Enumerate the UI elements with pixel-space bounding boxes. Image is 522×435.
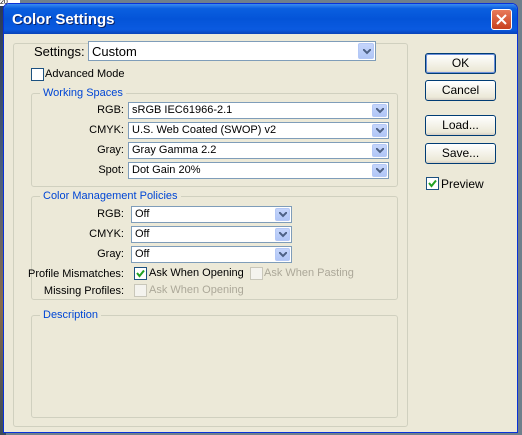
settings-dropdown-button[interactable]: [358, 43, 374, 59]
chevron-down-icon: [376, 108, 384, 114]
ws-cmyk-dropdown-button[interactable]: [372, 124, 387, 137]
chevron-down-icon: [279, 232, 287, 238]
ws-cmyk-value: U.S. Web Coated (SWOP) v2: [132, 124, 277, 136]
mismatch-ask-pasting-checkbox[interactable]: [250, 267, 263, 280]
ws-spot-select[interactable]: Dot Gain 20%: [128, 162, 389, 179]
working-spaces-legend: Working Spaces: [40, 87, 126, 99]
title-bar[interactable]: Color Settings: [4, 4, 517, 34]
color-settings-dialog: Color Settings Settings: Custom Advanced…: [3, 3, 518, 433]
advanced-mode-label: Advanced Mode: [45, 68, 125, 80]
policy-gray-value: Off: [135, 248, 150, 260]
chevron-down-icon: [279, 252, 287, 258]
ws-cmyk-label: CMYK:: [89, 124, 124, 136]
ws-gray-select[interactable]: Gray Gamma 2.2: [128, 142, 389, 159]
ws-spot-value: Dot Gain 20%: [132, 164, 201, 176]
policy-cmyk-label: CMYK:: [89, 228, 124, 240]
policy-cmyk-dropdown-button[interactable]: [275, 228, 290, 241]
settings-select[interactable]: Custom: [88, 41, 376, 61]
policy-rgb-label: RGB:: [97, 208, 124, 220]
policy-rgb-dropdown-button[interactable]: [275, 208, 290, 221]
ok-button[interactable]: OK: [425, 53, 496, 74]
ws-cmyk-select[interactable]: U.S. Web Coated (SWOP) v2: [128, 122, 389, 139]
window-title: Color Settings: [12, 11, 115, 28]
ws-rgb-label: RGB:: [97, 104, 124, 116]
checkmark-icon: [428, 179, 437, 188]
chevron-down-icon: [376, 168, 384, 174]
mismatch-ask-opening-label: Ask When Opening: [149, 267, 244, 279]
missing-ask-opening-label: Ask When Opening: [149, 284, 244, 296]
policies-legend: Color Management Policies: [40, 190, 181, 202]
policy-cmyk-select[interactable]: Off: [131, 226, 292, 243]
preview-checkbox[interactable]: [426, 177, 439, 190]
policy-gray-dropdown-button[interactable]: [275, 248, 290, 261]
ws-spot-label: Spot:: [98, 164, 124, 176]
ws-gray-label: Gray:: [97, 144, 124, 156]
missing-profiles-label: Missing Profiles:: [43, 285, 124, 297]
profile-mismatches-label: Profile Mismatches:: [28, 268, 124, 280]
preview-label: Preview: [441, 177, 484, 191]
settings-value: Custom: [92, 44, 137, 59]
policy-gray-select[interactable]: Off: [131, 246, 292, 263]
ws-rgb-select[interactable]: sRGB IEC61966-2.1: [128, 102, 389, 119]
chevron-down-icon: [376, 128, 384, 134]
description-group: Description: [31, 309, 398, 418]
chevron-down-icon: [363, 49, 371, 55]
settings-label: Settings:: [34, 44, 85, 59]
policy-rgb-value: Off: [135, 208, 150, 220]
ws-rgb-value: sRGB IEC61966-2.1: [132, 104, 233, 116]
checkmark-icon: [136, 269, 145, 278]
policy-gray-label: Gray:: [97, 248, 124, 260]
load-button[interactable]: Load...: [425, 115, 496, 136]
ws-gray-value: Gray Gamma 2.2: [132, 144, 217, 156]
chevron-down-icon: [279, 212, 287, 218]
missing-ask-opening-checkbox[interactable]: [134, 284, 147, 297]
policy-cmyk-value: Off: [135, 228, 150, 240]
close-icon: [496, 14, 507, 25]
ws-spot-dropdown-button[interactable]: [372, 164, 387, 177]
advanced-mode-checkbox[interactable]: [31, 68, 44, 81]
save-button[interactable]: Save...: [425, 143, 496, 164]
ws-gray-dropdown-button[interactable]: [372, 144, 387, 157]
cancel-button[interactable]: Cancel: [425, 80, 496, 101]
policy-rgb-select[interactable]: Off: [131, 206, 292, 223]
mismatch-ask-pasting-label: Ask When Pasting: [264, 267, 354, 279]
mismatch-ask-opening-checkbox[interactable]: [134, 267, 147, 280]
ws-rgb-dropdown-button[interactable]: [372, 104, 387, 117]
description-legend: Description: [40, 309, 102, 321]
close-button[interactable]: [491, 9, 512, 30]
chevron-down-icon: [376, 148, 384, 154]
